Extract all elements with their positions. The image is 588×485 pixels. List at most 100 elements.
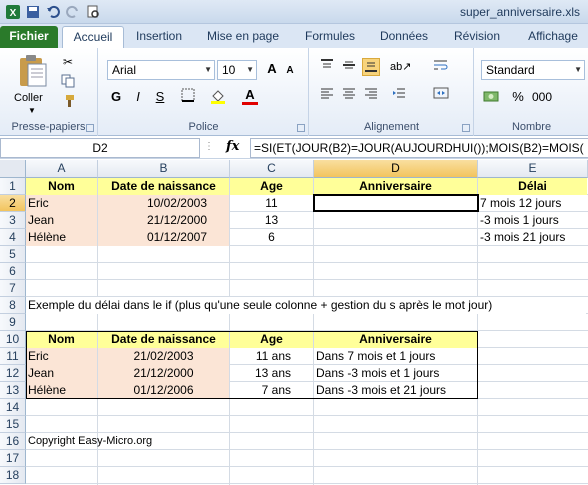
align-top-icon[interactable]: [318, 58, 336, 76]
clipboard-launcher-icon[interactable]: [86, 124, 94, 132]
shrink-font-icon[interactable]: A: [281, 62, 299, 80]
italic-button[interactable]: I: [129, 88, 147, 106]
table1-header-cell[interactable]: Délai: [478, 178, 587, 195]
align-middle-icon[interactable]: [340, 58, 358, 76]
align-center-icon[interactable]: [340, 86, 358, 104]
redo-icon[interactable]: [64, 3, 81, 20]
wrap-text-icon[interactable]: [432, 58, 450, 76]
column-header-b[interactable]: B: [98, 160, 230, 178]
table1-date-cell[interactable]: 01/12/2007: [98, 229, 229, 246]
column-header-d[interactable]: D: [314, 160, 478, 178]
row-header-17[interactable]: 17: [0, 450, 26, 467]
tab-insertion[interactable]: Insertion: [128, 26, 190, 48]
row-header-3[interactable]: 3: [0, 212, 26, 229]
table1-header-cell[interactable]: Anniversaire: [314, 178, 477, 195]
select-all-corner[interactable]: [0, 160, 26, 178]
table1-age-cell[interactable]: 6: [230, 229, 313, 246]
row-header-5[interactable]: 5: [0, 246, 26, 263]
table1-date-cell[interactable]: 21/12/2000: [98, 212, 229, 229]
underline-button[interactable]: S: [151, 88, 169, 106]
formula-bar-separator-icon: ⋮: [204, 141, 214, 152]
font-size-combo[interactable]: 10 ▼: [217, 60, 257, 80]
tab-fichier[interactable]: Fichier: [0, 26, 58, 48]
column-header-c[interactable]: C: [230, 160, 314, 178]
row-header-8[interactable]: 8: [0, 297, 26, 314]
row-header-14[interactable]: 14: [0, 399, 26, 416]
alignment-launcher-icon[interactable]: [462, 124, 470, 132]
row-header-6[interactable]: 6: [0, 263, 26, 280]
row-header-12[interactable]: 12: [0, 365, 26, 382]
tab-formules[interactable]: Formules: [298, 26, 362, 48]
row-header-13[interactable]: 13: [0, 382, 26, 399]
save-icon[interactable]: [24, 3, 41, 20]
align-bottom-icon[interactable]: [362, 58, 380, 76]
table1-age-cell[interactable]: 11: [230, 195, 313, 212]
group-alignment: ab↗ Alignement: [310, 48, 474, 136]
tab-donnees[interactable]: Données: [372, 26, 436, 48]
copyright-text[interactable]: Copyright Easy-Micro.org: [26, 433, 226, 450]
row-header-1[interactable]: 1: [0, 178, 26, 195]
tab-revision[interactable]: Révision: [446, 26, 508, 48]
row-header-2[interactable]: 2: [0, 195, 26, 212]
align-left-icon[interactable]: [318, 86, 336, 104]
table1-header-cell[interactable]: Age: [230, 178, 313, 195]
number-format-combo[interactable]: Standard ▼: [481, 60, 585, 80]
tab-affichage[interactable]: Affichage: [518, 26, 588, 48]
font-color-icon[interactable]: A: [241, 86, 259, 105]
undo-icon[interactable]: [44, 3, 61, 20]
note-text[interactable]: Exemple du délai dans le if (plus qu'une…: [26, 297, 586, 314]
indent-icon[interactable]: [390, 86, 408, 104]
column-header-e[interactable]: E: [478, 160, 588, 178]
name-box[interactable]: D2: [0, 138, 200, 158]
font-color-letter: A: [245, 87, 255, 102]
cut-icon[interactable]: ✂: [60, 54, 76, 70]
column-header-a[interactable]: A: [26, 160, 98, 178]
row-header-18[interactable]: 18: [0, 467, 26, 484]
row-header-15[interactable]: 15: [0, 416, 26, 433]
table1-birthday-cell[interactable]: [314, 212, 477, 229]
table1-date-cell[interactable]: 10/02/2003: [98, 195, 229, 212]
row-header-16[interactable]: 16: [0, 433, 26, 450]
orientation-icon[interactable]: ab↗: [390, 58, 411, 76]
row-header-7[interactable]: 7: [0, 280, 26, 297]
paste-button[interactable]: Coller: [14, 92, 43, 104]
font-launcher-icon[interactable]: [297, 124, 305, 132]
active-cell-d2[interactable]: [313, 194, 479, 212]
merge-center-icon[interactable]: [432, 86, 450, 104]
tab-accueil[interactable]: Accueil: [62, 26, 124, 48]
table1-header-cell[interactable]: Date de naissance: [98, 178, 229, 195]
table1-name-cell[interactable]: Hélène: [26, 229, 97, 246]
currency-icon[interactable]: [483, 88, 501, 106]
table1-delay-cell[interactable]: 7 mois 12 jours: [478, 195, 587, 212]
grow-font-icon[interactable]: A: [263, 60, 281, 78]
print-preview-icon[interactable]: [84, 3, 101, 20]
table1-name-cell[interactable]: Jean: [26, 212, 97, 229]
paste-icon[interactable]: [16, 54, 48, 88]
table1-delay-cell[interactable]: -3 mois 21 jours: [478, 229, 587, 246]
copy-icon[interactable]: [60, 74, 76, 90]
row-header-9[interactable]: 9: [0, 314, 26, 331]
row-header-4[interactable]: 4: [0, 229, 26, 246]
spreadsheet-grid[interactable]: A B C D E 1 2 3 4 5 6 7 8 9 10 11 12 13 14 15 16 17 18 Nom…: [0, 160, 588, 485]
table1-delay-cell[interactable]: -3 mois 1 jours: [478, 212, 587, 229]
borders-icon[interactable]: [179, 88, 197, 106]
table1-name-cell[interactable]: Eric: [26, 195, 97, 212]
table1-age-cell[interactable]: 13: [230, 212, 313, 229]
row-header-10[interactable]: 10: [0, 331, 26, 348]
insert-function-icon[interactable]: fx: [226, 139, 239, 154]
bold-button[interactable]: G: [107, 88, 125, 106]
format-painter-icon[interactable]: [60, 94, 76, 110]
font-name-combo[interactable]: Arial ▼: [107, 60, 215, 80]
excel-app-icon[interactable]: X: [4, 3, 21, 20]
table1-birthday-cell[interactable]: [314, 229, 477, 246]
tab-mise-en-page[interactable]: Mise en page: [198, 26, 288, 48]
fill-color-icon[interactable]: [209, 88, 227, 106]
thousands-separator-button[interactable]: 000: [529, 88, 555, 106]
row-header-11[interactable]: 11: [0, 348, 26, 365]
paste-dropdown-icon[interactable]: ▼: [28, 106, 36, 115]
align-right-icon[interactable]: [362, 86, 380, 104]
percent-button[interactable]: %: [509, 88, 527, 106]
table1-header-cell[interactable]: Nom: [26, 178, 97, 195]
formula-input[interactable]: =SI(ET(JOUR(B2)=JOUR(AUJOURDHUI());MOIS(…: [250, 138, 588, 158]
gridline: [26, 279, 588, 280]
